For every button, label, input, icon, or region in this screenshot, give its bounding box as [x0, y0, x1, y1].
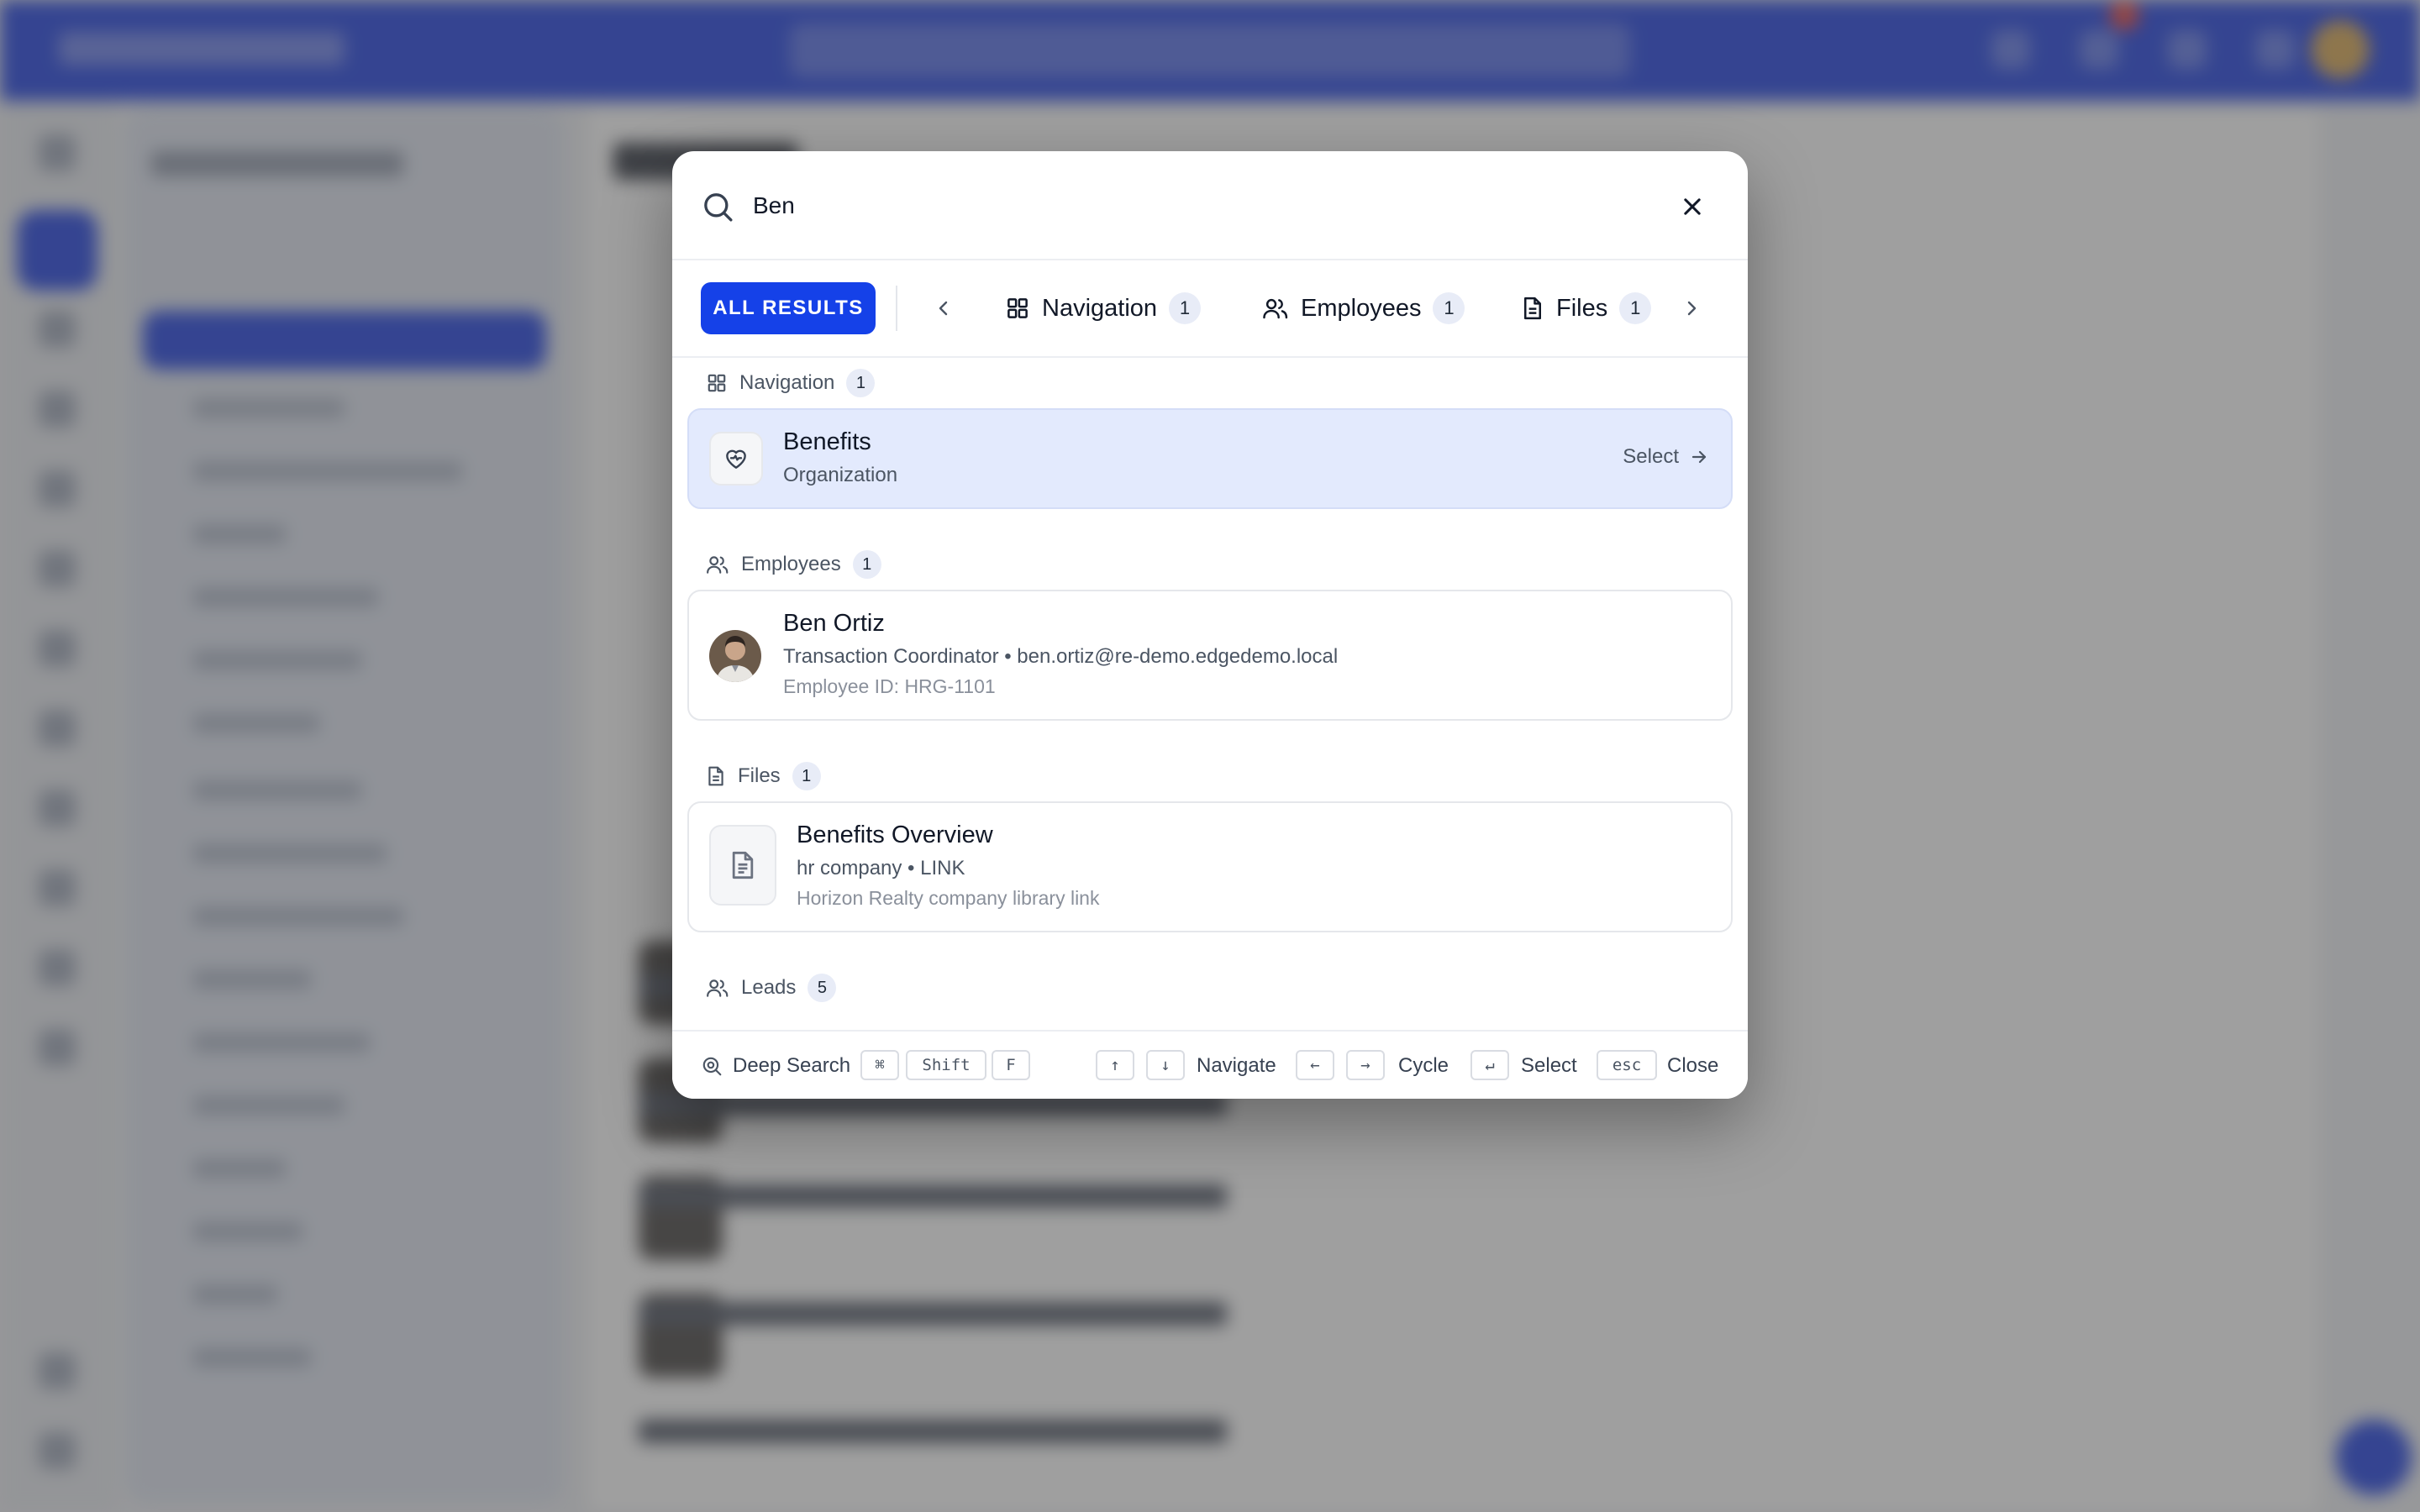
search-input[interactable]: [753, 180, 1593, 232]
result-benefits[interactable]: Benefits Organization Select: [687, 408, 1733, 509]
group-header-files: Files 1: [706, 759, 821, 793]
close-hint: Close: [1667, 1054, 1719, 1077]
person-photo-icon: [709, 630, 761, 682]
cycle-hint: Cycle: [1398, 1054, 1449, 1077]
deep-search-label: Deep Search: [733, 1054, 851, 1077]
tabs-divider: [896, 286, 897, 331]
group-navigation-count: 1: [846, 369, 876, 397]
shortcut-footer: Deep Search ⌘ Shift F ↑ ↓ Navigate ← → C…: [672, 1030, 1748, 1099]
arrow-right-icon: [1691, 450, 1707, 464]
document-icon: [732, 851, 754, 879]
search-icon: [704, 193, 733, 222]
tab-navigation[interactable]: Navigation 1: [1005, 282, 1202, 334]
tab-all-results[interactable]: ALL RESULTS: [701, 282, 876, 334]
file-thumbnail: [709, 825, 776, 906]
employee-avatar: [709, 630, 761, 682]
kbd-esc: esc: [1597, 1050, 1657, 1080]
result-benefits-icon-box: [709, 432, 763, 486]
tabs-prev-button[interactable]: [924, 289, 963, 328]
chevron-left-icon: [939, 301, 948, 316]
tab-files[interactable]: Files 1: [1521, 282, 1652, 334]
grid-icon: [708, 374, 726, 392]
deep-search-button[interactable]: Deep Search: [701, 1050, 850, 1082]
filter-tabs: ALL RESULTS Navigation 1 Employees 1 Fil…: [672, 260, 1748, 358]
result-benefits-title: Benefits: [783, 428, 871, 455]
file-icon: [708, 766, 723, 786]
tab-navigation-label: Navigation: [1042, 294, 1158, 322]
file-meta: hr company • LINK: [797, 857, 965, 879]
users-icon: [707, 979, 729, 997]
tabs-next-button[interactable]: [1672, 289, 1711, 328]
result-select-action[interactable]: Select: [1623, 445, 1709, 469]
employee-details: Transaction Coordinator • ben.ortiz@re-d…: [783, 645, 1339, 668]
result-ben-ortiz[interactable]: Ben Ortiz Transaction Coordinator • ben.…: [687, 590, 1733, 721]
group-employees-label: Employees: [741, 553, 841, 575]
search-modal: ALL RESULTS Navigation 1 Employees 1 Fi: [672, 151, 1748, 1099]
deep-search-icon: [702, 1057, 722, 1076]
tab-files-count: 1: [1619, 292, 1652, 324]
results-list: Navigation 1 Benefits Organization Selec…: [672, 358, 1748, 1030]
chevron-right-icon: [1687, 301, 1697, 316]
tab-employees-label: Employees: [1301, 294, 1422, 322]
tab-files-clip: Files 1: [1521, 277, 1672, 341]
result-benefits-overview[interactable]: Benefits Overview hr company • LINK Hori…: [687, 801, 1733, 932]
kbd-up: ↑: [1096, 1050, 1134, 1080]
tab-employees[interactable]: Employees 1: [1262, 282, 1465, 334]
kbd-f: F: [992, 1050, 1030, 1080]
group-files-count: 1: [792, 762, 821, 790]
kbd-right: →: [1346, 1050, 1385, 1080]
result-benefits-subtitle: Organization: [783, 464, 898, 486]
tab-files-label: Files: [1556, 294, 1608, 322]
kbd-down: ↓: [1146, 1050, 1185, 1080]
group-leads-label: Leads: [741, 976, 797, 999]
search-header: [672, 151, 1748, 260]
group-header-navigation: Navigation 1: [706, 366, 876, 400]
navigate-hint: Navigate: [1197, 1054, 1276, 1077]
file-icon: [1524, 297, 1541, 320]
select-hint: Select: [1521, 1054, 1577, 1077]
group-files-label: Files: [738, 764, 781, 787]
employee-name: Ben Ortiz: [783, 610, 885, 637]
kbd-cmd: ⌘: [860, 1050, 899, 1080]
users-icon: [707, 556, 729, 574]
employee-id: Employee ID: HRG-1101: [783, 675, 996, 697]
close-icon: [1684, 198, 1701, 215]
group-header-employees: Employees 1: [706, 548, 881, 581]
file-description: Horizon Realty company library link: [797, 887, 1100, 909]
kbd-shift: Shift: [906, 1050, 986, 1080]
group-header-leads: Leads 5: [706, 971, 837, 1005]
tab-navigation-count: 1: [1169, 292, 1202, 324]
result-select-label: Select: [1623, 445, 1679, 468]
grid-icon: [1007, 298, 1028, 318]
close-button[interactable]: [1674, 188, 1711, 225]
users-icon: [1263, 298, 1288, 319]
group-leads-count: 5: [808, 974, 837, 1002]
kbd-enter: ↵: [1470, 1050, 1509, 1080]
group-navigation-label: Navigation: [739, 371, 835, 394]
kbd-left: ←: [1296, 1050, 1334, 1080]
file-title: Benefits Overview: [797, 822, 993, 848]
heart-handshake-icon: [726, 449, 746, 469]
tab-employees-count: 1: [1433, 292, 1465, 324]
group-employees-count: 1: [852, 550, 881, 579]
